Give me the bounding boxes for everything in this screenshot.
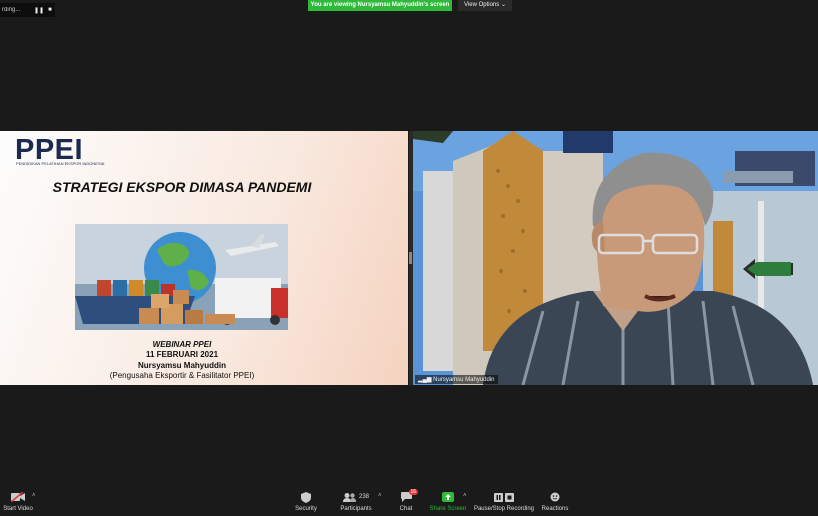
slide-presenter: Nursyamsu Mahyuddin xyxy=(137,361,226,370)
pause-stop-recording-button[interactable]: Pause/Stop Recording xyxy=(473,488,535,516)
participants-button[interactable]: 238 Participants xyxy=(336,488,376,516)
recording-indicator: rding... ❚❚ ■ xyxy=(0,3,55,17)
chat-button[interactable]: 16 Chat xyxy=(392,488,420,516)
video-options-chevron-icon[interactable]: ˄ xyxy=(32,493,36,499)
share-options-chevron-icon[interactable]: ˄ xyxy=(463,493,467,499)
participants-chevron-icon[interactable]: ˄ xyxy=(378,493,382,499)
chat-label: Chat xyxy=(399,506,413,512)
shared-screen-slide: PPEI PENDIDIKAN PELATIHAN EKSPOR INDONES… xyxy=(0,131,408,385)
shield-icon xyxy=(301,488,311,506)
view-options-button[interactable]: View Options ⌄ xyxy=(458,0,512,11)
slide-presenter-role: (Pengusaha Eksportir & Fasilitator PPEI) xyxy=(109,371,255,380)
start-video-label: Start Video xyxy=(3,506,33,512)
recording-label: rding... xyxy=(2,7,21,13)
divider-handle[interactable] xyxy=(409,252,412,264)
participants-icon: 238 xyxy=(342,488,369,506)
participants-count: 238 xyxy=(358,494,369,500)
stop-icon[interactable]: ■ xyxy=(48,7,52,13)
reactions-button[interactable]: Reactions xyxy=(540,488,570,516)
participant-name-label: ▂▄▆ Nursyamsu Mahyuddin xyxy=(415,375,498,384)
viewing-banner: You are viewing Nursyamsu Mahyuddin's sc… xyxy=(308,0,452,11)
pause-icon[interactable]: ❚❚ xyxy=(34,7,44,14)
ppei-logo-subtitle: PENDIDIKAN PELATIHAN EKSPOR INDONESIA xyxy=(16,161,105,166)
security-label: Security xyxy=(295,506,317,512)
video-off-icon xyxy=(11,488,25,506)
pause-stop-label: Pause/Stop Recording xyxy=(473,506,535,512)
share-screen-icon xyxy=(442,488,454,506)
signal-icon: ▂▄▆ xyxy=(418,377,432,383)
reactions-label: Reactions xyxy=(541,506,569,512)
start-video-button[interactable]: Start Video xyxy=(0,488,36,516)
slide-date: 11 FEBRUARI 2021 xyxy=(145,350,219,359)
slide-webinar-label: WEBINAR PPEI xyxy=(152,340,212,349)
slide-title: STRATEGI EKSPOR DIMASA PANDEMI xyxy=(52,179,312,195)
speaker-video-frame xyxy=(413,131,818,385)
speaker-video: ▂▄▆ Nursyamsu Mahyuddin xyxy=(413,131,818,385)
security-button[interactable]: Security xyxy=(288,488,324,516)
meeting-toolbar: Start Video ˄ Security 238 Participants … xyxy=(0,488,818,516)
share-screen-label: Share Screen xyxy=(429,506,467,512)
pause-stop-icon xyxy=(494,488,514,506)
share-screen-button[interactable]: Share Screen xyxy=(428,488,468,516)
chat-icon: 16 xyxy=(400,488,419,506)
smiley-icon xyxy=(550,488,560,506)
export-logistics-image xyxy=(75,224,288,330)
chat-badge: 16 xyxy=(408,489,419,495)
participant-name: Nursyamsu Mahyuddin xyxy=(433,377,495,383)
participants-label: Participants xyxy=(340,506,372,512)
